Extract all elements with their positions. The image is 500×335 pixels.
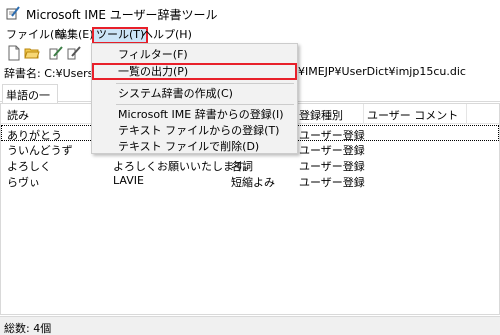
cell-word: LAVIE bbox=[113, 174, 144, 187]
status-bar: 総数: 4個 bbox=[0, 316, 500, 335]
cell-reading: らヴぃ bbox=[7, 176, 40, 189]
menu-separator bbox=[116, 83, 294, 84]
window-title: Microsoft IME ユーザー辞書ツール bbox=[26, 8, 218, 22]
title-bar: Microsoft IME ユーザー辞書ツール bbox=[0, 0, 500, 26]
open-folder-icon[interactable] bbox=[24, 45, 40, 61]
dictionary-path-label: 辞書名: C:¥Users¥ bbox=[4, 67, 101, 80]
cell-registration-type: ユーザー登録 bbox=[299, 144, 365, 157]
dictionary-path-tail: ¥IMEJP¥UserDict¥imjp15cu.dic bbox=[298, 65, 466, 78]
dictionary-pen-icon bbox=[6, 6, 20, 20]
delete-word-icon[interactable] bbox=[66, 45, 82, 61]
menu-bar: ファイル(F) 編集(E) ツール(T) ヘルプ(H) bbox=[0, 26, 500, 44]
menu-separator bbox=[116, 104, 294, 105]
cell-registration-type: ユーザー登録 bbox=[299, 176, 365, 189]
cell-reading: ういんどうず bbox=[7, 144, 73, 157]
tab-word-list[interactable]: 単語の一覧 bbox=[2, 84, 58, 118]
column-registration-type[interactable]: 登録種別 bbox=[299, 107, 343, 123]
menu-edit[interactable]: 編集(E) bbox=[54, 27, 96, 43]
menu-item-register-from-ime[interactable]: Microsoft IME 辞書からの登録(I) bbox=[92, 106, 297, 123]
table-row[interactable]: よろしく よろしくお願いいたします。 名詞 ユーザー登録 bbox=[1, 157, 499, 173]
cell-registration-type: ユーザー登録 bbox=[299, 160, 365, 173]
edit-word-icon[interactable] bbox=[48, 45, 64, 61]
cell-reading: よろしく bbox=[7, 160, 51, 173]
column-comment[interactable]: ユーザー コメント bbox=[367, 107, 458, 123]
table-row[interactable]: らヴぃ LAVIE 短縮よみ ユーザー登録 bbox=[1, 173, 499, 189]
new-document-icon[interactable] bbox=[6, 45, 22, 61]
tools-menu-dropdown: フィルター(F) 一覧の出力(P) システム辞書の作成(C) Microsoft… bbox=[91, 43, 298, 154]
menu-item-create-system-dictionary[interactable]: システム辞書の作成(C) bbox=[92, 85, 297, 102]
column-divider[interactable] bbox=[363, 104, 364, 124]
column-reading[interactable]: 読み bbox=[7, 107, 29, 123]
cell-part-of-speech: 短縮よみ bbox=[231, 176, 275, 189]
menu-item-register-from-text[interactable]: テキスト ファイルからの登録(T) bbox=[92, 122, 297, 139]
menu-item-export-list[interactable]: 一覧の出力(P) bbox=[92, 63, 297, 80]
menu-item-delete-by-text[interactable]: テキスト ファイルで削除(D) bbox=[92, 138, 297, 155]
total-count: 総数: 4個 bbox=[4, 322, 52, 335]
menu-help[interactable]: ヘルプ(H) bbox=[140, 27, 194, 43]
menu-item-filter[interactable]: フィルター(F) bbox=[92, 46, 297, 63]
column-divider[interactable] bbox=[466, 104, 467, 124]
cell-part-of-speech: 名詞 bbox=[231, 160, 253, 173]
